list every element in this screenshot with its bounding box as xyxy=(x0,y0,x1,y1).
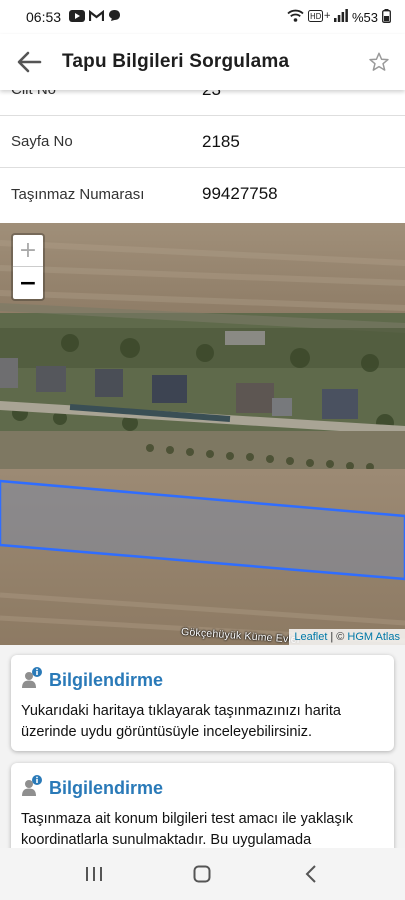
chat-icon xyxy=(108,9,121,25)
card-body: Yukarıdaki haritaya tıklayarak taşınmazı… xyxy=(21,703,341,740)
battery-icon xyxy=(382,8,391,26)
info-card: Bilgilendirme Yukarıdaki haritaya tıklay… xyxy=(11,655,394,751)
home-button[interactable] xyxy=(172,854,232,894)
satellite-map[interactable]: Gökçehüyük Küme Evler + − Leaflet | © HG… xyxy=(0,223,405,645)
svg-text:+: + xyxy=(323,11,330,21)
row-value: 99427758 xyxy=(202,184,278,203)
leaflet-link[interactable]: Leaflet xyxy=(294,631,327,643)
attribution-separator: | © xyxy=(330,631,345,643)
recents-icon xyxy=(86,867,103,881)
signal-icon xyxy=(333,9,348,25)
star-icon xyxy=(369,52,389,71)
back-button[interactable] xyxy=(0,34,58,90)
svg-text:HD: HD xyxy=(310,12,322,21)
back-nav-button[interactable] xyxy=(281,854,341,894)
map-attribution: Leaflet | © HGM Atlas xyxy=(289,629,405,645)
info-cards-area: Bilgilendirme Yukarıdaki haritaya tıklay… xyxy=(0,645,405,848)
info-row-sayfa: Sayfa No 2185 xyxy=(0,116,405,168)
card-body: Taşınmaza ait konum bilgileri test amacı… xyxy=(21,811,354,848)
wifi-icon xyxy=(287,9,304,25)
card-title: Bilgilendirme xyxy=(49,669,164,690)
battery-percent: %53 xyxy=(351,9,378,25)
recents-button[interactable] xyxy=(64,854,124,894)
info-card: Bilgilendirme Taşınmaza ait konum bilgil… xyxy=(11,763,394,848)
status-bar: 06:53 HD + %53 xyxy=(0,0,405,34)
gmail-icon xyxy=(88,9,105,25)
row-value: 2185 xyxy=(202,131,240,151)
page-title: Tapu Bilgileri Sorgulama xyxy=(62,51,290,72)
app-bar: Tapu Bilgileri Sorgulama xyxy=(0,34,405,90)
back-arrow-icon xyxy=(17,51,42,73)
system-nav-bar xyxy=(0,848,405,900)
user-info-icon xyxy=(21,774,43,802)
home-icon xyxy=(193,865,211,883)
row-label: Taşınmaz Numarası xyxy=(11,185,145,203)
hgm-atlas-link[interactable]: HGM Atlas xyxy=(347,631,400,643)
zoom-out-button[interactable]: − xyxy=(13,267,43,299)
satellite-imagery xyxy=(0,223,405,645)
status-time: 06:53 xyxy=(26,9,62,25)
info-row-tasinmaz: Taşınmaz Numarası 99427758 xyxy=(0,168,405,220)
zoom-in-button[interactable]: + xyxy=(13,235,43,267)
card-title: Bilgilendirme xyxy=(49,777,164,798)
youtube-icon xyxy=(69,9,86,25)
zoom-control: + − xyxy=(11,233,45,301)
favorite-button[interactable] xyxy=(353,34,405,90)
chevron-left-icon xyxy=(305,865,316,883)
volte-icon: HD + xyxy=(307,9,331,25)
row-label: Sayfa No xyxy=(11,133,73,150)
user-info-icon xyxy=(21,666,43,694)
